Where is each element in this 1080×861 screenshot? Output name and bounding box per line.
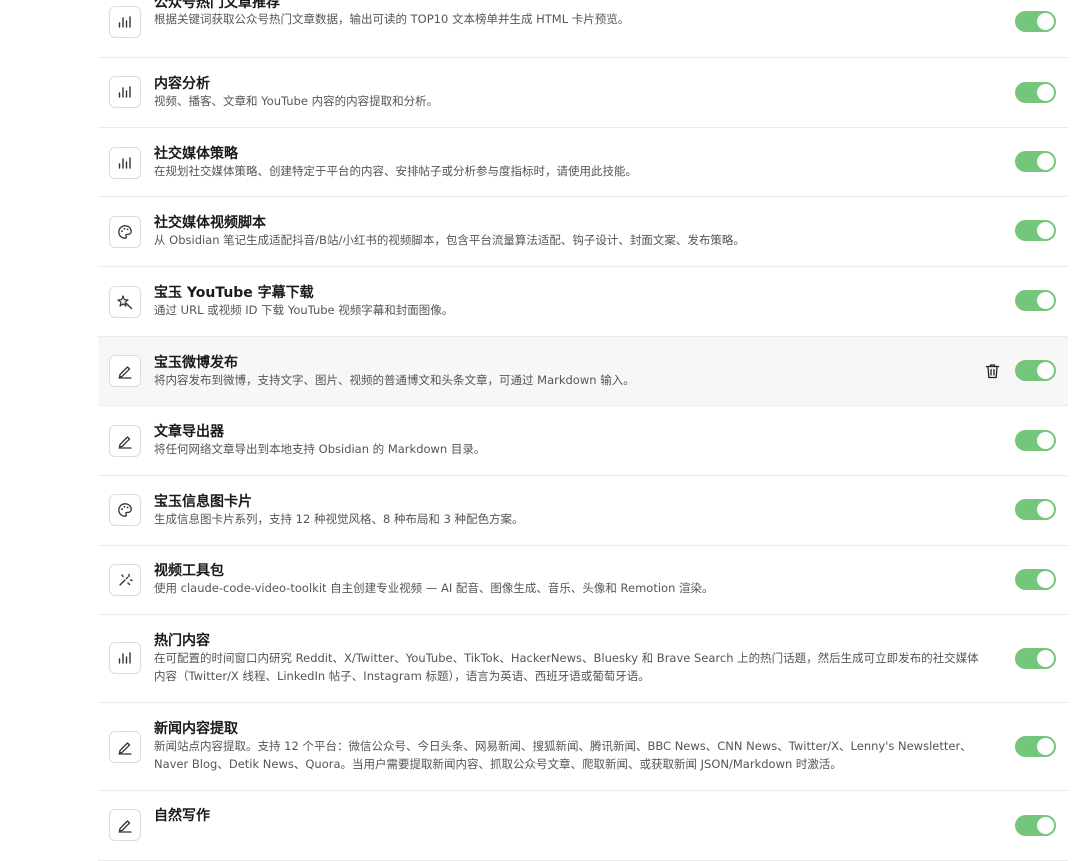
skill-title: 热门内容 — [154, 633, 210, 649]
skill-description: 从 Obsidian 笔记生成适配抖音/B站/小红书的视频脚本，包含平台流量算法… — [154, 233, 745, 247]
palette-icon — [109, 216, 141, 248]
toggle-knob — [1037, 292, 1054, 309]
skill-enabled-toggle[interactable] — [1015, 11, 1056, 32]
skill-description: 根据关键词获取公众号热门文章数据，输出可读的 TOP10 文本榜单并生成 HTM… — [154, 12, 630, 26]
toggle-knob — [1037, 650, 1054, 667]
skill-title: 社交媒体视频脚本 — [154, 215, 266, 231]
toggle-knob — [1037, 13, 1054, 30]
skill-description: 新闻站点内容提取。支持 12 个平台：微信公众号、今日头条、网易新闻、搜狐新闻、… — [154, 739, 972, 771]
skill-row[interactable]: 社交媒体策略在规划社交媒体策略、创建特定于平台的内容、安排帖子或分析参与度指标时… — [98, 128, 1068, 197]
toggle-knob — [1037, 501, 1054, 518]
skill-enabled-toggle[interactable] — [1015, 360, 1056, 381]
skill-description: 使用 claude-code-video-toolkit 自主创建专业视频 — … — [154, 581, 714, 595]
skill-row[interactable]: 公众号热门文章推荐 根据关键词获取公众号热门文章数据，输出可读的 TOP10 文本… — [98, 0, 1068, 58]
skill-row[interactable]: 文章导出器将任何网络文章导出到本地支持 Obsidian 的 Markdown … — [98, 406, 1068, 476]
skill-title: 社交媒体策略 — [154, 146, 238, 162]
skill-enabled-toggle[interactable] — [1015, 736, 1056, 757]
skill-description: 视频、播客、文章和 YouTube 内容的内容提取和分析。 — [154, 94, 439, 108]
skill-title: 视频工具包 — [154, 563, 224, 579]
skill-row[interactable]: 内容分析视频、播客、文章和 YouTube 内容的内容提取和分析。 — [98, 58, 1068, 128]
skill-enabled-toggle[interactable] — [1015, 815, 1056, 836]
magic-wand-icon — [109, 286, 141, 318]
delete-skill-trash-icon[interactable] — [985, 363, 1000, 379]
skill-title: 自然写作 — [154, 808, 210, 824]
skill-enabled-toggle[interactable] — [1015, 569, 1056, 590]
skill-description: 在规划社交媒体策略、创建特定于平台的内容、安排帖子或分析参与度指标时，请使用此技… — [154, 164, 637, 178]
pencil-icon — [109, 425, 141, 457]
skill-enabled-toggle[interactable] — [1015, 648, 1056, 669]
skill-row[interactable]: 宝玉 YouTube 字幕下载通过 URL 或视频 ID 下载 YouTube … — [98, 267, 1068, 337]
skill-row[interactable]: 热门内容在可配置的时间窗口内研究 Reddit、X/Twitter、YouTub… — [98, 615, 1068, 703]
bar-chart-icon — [109, 642, 141, 674]
sparkle-icon — [109, 564, 141, 596]
skill-row[interactable]: 自然写作 — [98, 791, 1068, 861]
skill-row[interactable]: 宝玉微博发布将内容发布到微博，支持文字、图片、视频的普通博文和头条文章，可通过 … — [98, 337, 1068, 406]
toggle-knob — [1037, 817, 1054, 834]
toggle-knob — [1037, 432, 1054, 449]
skill-description: 在可配置的时间窗口内研究 Reddit、X/Twitter、YouTube、Ti… — [154, 651, 979, 683]
toggle-knob — [1037, 362, 1054, 379]
skill-description: 生成信息图卡片系列，支持 12 种视觉风格、8 种布局和 3 种配色方案。 — [154, 512, 524, 526]
skill-title: 新闻内容提取 — [154, 721, 238, 737]
bar-chart-icon — [109, 147, 141, 179]
palette-icon — [109, 494, 141, 526]
skill-enabled-toggle[interactable] — [1015, 430, 1056, 451]
skill-row[interactable]: 视频工具包使用 claude-code-video-toolkit 自主创建专业… — [98, 546, 1068, 615]
bar-chart-icon — [109, 6, 141, 38]
skill-enabled-toggle[interactable] — [1015, 499, 1056, 520]
pencil-icon — [109, 355, 141, 387]
toggle-knob — [1037, 84, 1054, 101]
skill-row[interactable]: 社交媒体视频脚本从 Obsidian 笔记生成适配抖音/B站/小红书的视频脚本，… — [98, 197, 1068, 267]
toggle-knob — [1037, 738, 1054, 755]
skill-title: 宝玉信息图卡片 — [154, 494, 252, 510]
skill-description: 通过 URL 或视频 ID 下载 YouTube 视频字幕和封面图像。 — [154, 303, 454, 317]
skill-title: 宝玉微博发布 — [154, 355, 238, 371]
toggle-knob — [1037, 222, 1054, 239]
skill-row[interactable]: 宝玉信息图卡片生成信息图卡片系列，支持 12 种视觉风格、8 种布局和 3 种配… — [98, 476, 1068, 546]
skill-row[interactable]: 新闻内容提取新闻站点内容提取。支持 12 个平台：微信公众号、今日头条、网易新闻… — [98, 703, 1068, 791]
skill-enabled-toggle[interactable] — [1015, 290, 1056, 311]
skill-title: 宝玉 YouTube 字幕下载 — [154, 285, 314, 301]
toggle-knob — [1037, 571, 1054, 588]
skill-description: 将内容发布到微博，支持文字、图片、视频的普通博文和头条文章，可通过 Markdo… — [154, 373, 635, 387]
skill-description: 将任何网络文章导出到本地支持 Obsidian 的 Markdown 目录。 — [154, 442, 486, 456]
skill-title: 内容分析 — [154, 76, 210, 92]
skill-enabled-toggle[interactable] — [1015, 82, 1056, 103]
pencil-icon — [109, 809, 141, 841]
bar-chart-icon — [109, 76, 141, 108]
toggle-knob — [1037, 153, 1054, 170]
skill-title: 文章导出器 — [154, 424, 224, 440]
pencil-icon — [109, 731, 141, 763]
skill-enabled-toggle[interactable] — [1015, 220, 1056, 241]
skill-enabled-toggle[interactable] — [1015, 151, 1056, 172]
